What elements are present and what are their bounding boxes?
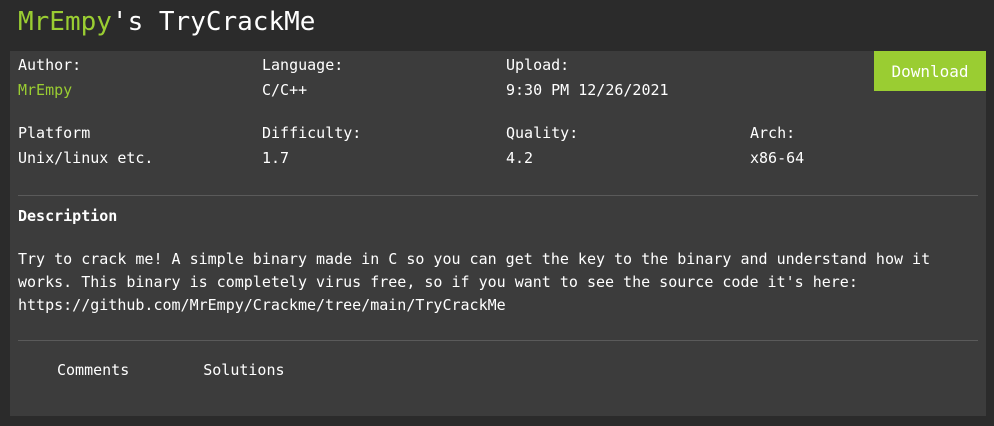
divider (18, 340, 978, 341)
language-label: Language: (262, 56, 344, 74)
arch-value: x86-64 (750, 149, 805, 167)
divider (18, 195, 978, 196)
tab-comments[interactable]: Comments (57, 361, 129, 379)
author-label: Author: (18, 56, 82, 74)
upload-label: Upload: (506, 56, 570, 74)
platform-label: Platform (18, 124, 91, 142)
tab-solutions[interactable]: Solutions (203, 361, 284, 379)
download-button[interactable]: Download (874, 51, 986, 91)
difficulty-value: 1.7 (262, 149, 290, 167)
arch-field: Arch: x86-64 (750, 122, 804, 170)
description-heading: Description (18, 207, 118, 225)
title-suffix: 's TryCrackMe (111, 7, 316, 37)
upload-value: 9:30 PM 12/26/2021 (506, 81, 669, 99)
tabs: Comments Solutions (57, 361, 359, 379)
description-text: Try to crack me! A simple binary made in… (18, 250, 931, 314)
platform-value: Unix/linux etc. (18, 149, 154, 167)
quality-value: 4.2 (506, 149, 534, 167)
page-title: MrEmpy's TryCrackMe (18, 2, 315, 42)
difficulty-field: Difficulty: 1.7 (262, 122, 361, 170)
quality-label: Quality: (506, 124, 579, 142)
crackme-details-panel: Author: MrEmpy Language: C/C++ Upload: 9… (10, 51, 986, 416)
language-field: Language: C/C++ (262, 54, 343, 102)
upload-field: Upload: 9:30 PM 12/26/2021 (506, 54, 669, 102)
author-link[interactable]: MrEmpy (18, 78, 81, 102)
difficulty-label: Difficulty: (262, 124, 362, 142)
quality-field: Quality: 4.2 (506, 122, 578, 170)
platform-field: Platform Unix/linux etc. (18, 122, 153, 170)
language-value: C/C++ (262, 81, 308, 99)
author-field: Author: MrEmpy (18, 54, 81, 102)
title-author-name: MrEmpy (18, 7, 112, 37)
arch-label: Arch: (750, 124, 796, 142)
